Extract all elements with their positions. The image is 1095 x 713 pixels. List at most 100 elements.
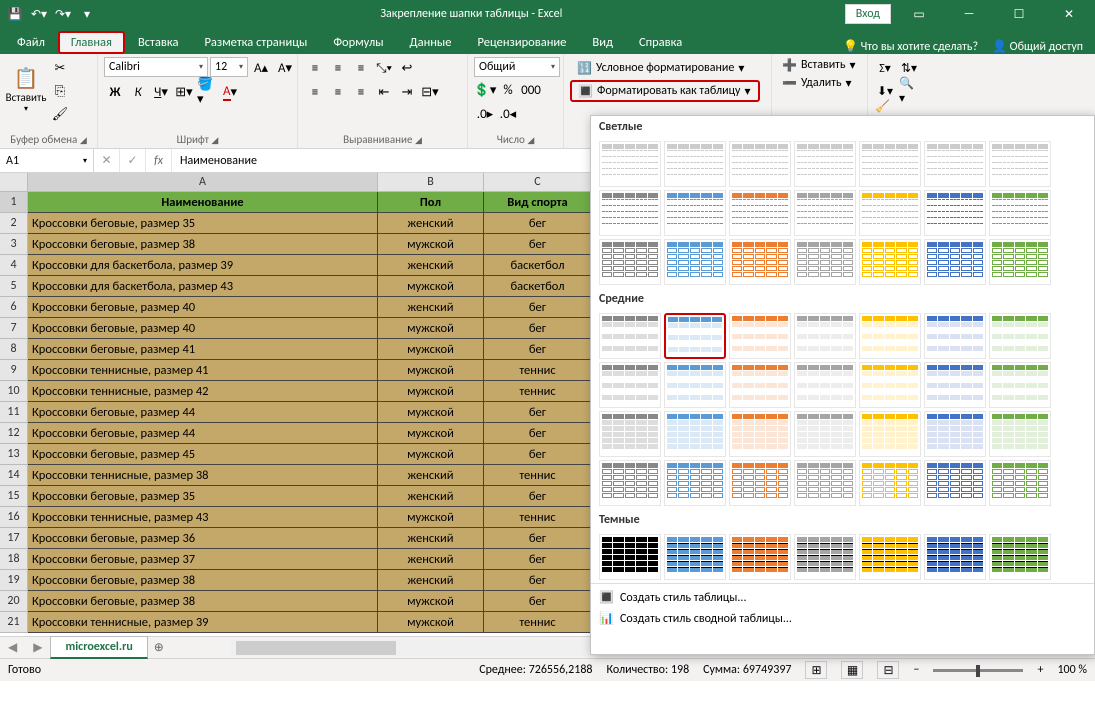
tab-view[interactable]: Вид — [579, 31, 626, 54]
cell[interactable]: женский — [378, 486, 484, 507]
cell[interactable]: Кроссовки теннисные, размер 43 — [28, 507, 378, 528]
table-style-swatch[interactable] — [859, 313, 921, 359]
table-style-swatch[interactable] — [599, 190, 661, 236]
table-style-swatch[interactable] — [729, 534, 791, 580]
cell[interactable]: женский — [378, 297, 484, 318]
tab-home[interactable]: Главная — [58, 31, 125, 54]
cell[interactable]: Кроссовки беговые, размер 38 — [28, 591, 378, 612]
percent-icon[interactable]: % — [497, 79, 519, 101]
table-style-swatch[interactable] — [599, 239, 661, 285]
row-header[interactable]: 20 — [0, 591, 28, 612]
cell[interactable]: женский — [378, 549, 484, 570]
align-center-icon[interactable]: ≡ — [327, 81, 349, 103]
indent-inc-icon[interactable]: ⇥ — [396, 81, 418, 103]
tab-help[interactable]: Справка — [626, 31, 695, 54]
zoom-out-icon[interactable]: − — [913, 663, 919, 677]
cell[interactable]: мужской — [378, 234, 484, 255]
cell[interactable]: бег — [484, 423, 592, 444]
maximize-icon[interactable]: ☐ — [997, 0, 1041, 28]
view-page-break-icon[interactable]: ⊟ — [877, 661, 899, 679]
table-style-swatch[interactable] — [599, 313, 661, 359]
sheet-nav-next-icon[interactable]: ▶ — [25, 640, 50, 655]
col-header-b[interactable]: B — [378, 173, 484, 192]
wrap-text-icon[interactable]: ↩ — [396, 57, 418, 79]
cell[interactable]: мужской — [378, 276, 484, 297]
row-header[interactable]: 21 — [0, 612, 28, 633]
cell[interactable]: бег — [484, 570, 592, 591]
align-right-icon[interactable]: ≡ — [350, 81, 372, 103]
new-table-style[interactable]: 🔳 Создать стиль таблицы... — [599, 590, 1086, 605]
tab-formulas[interactable]: Формулы — [320, 31, 396, 54]
table-style-swatch[interactable] — [924, 411, 986, 457]
cell[interactable]: мужской — [378, 591, 484, 612]
table-style-swatch[interactable] — [924, 313, 986, 359]
zoom-in-icon[interactable]: + — [1037, 663, 1043, 677]
share-button[interactable]: 👤 Общий доступ — [992, 39, 1083, 54]
cell[interactable]: женский — [378, 570, 484, 591]
sheet-nav-prev-icon[interactable]: ◀ — [0, 640, 25, 655]
cell[interactable]: бег — [484, 234, 592, 255]
table-style-swatch[interactable] — [794, 534, 856, 580]
cancel-formula-icon[interactable]: ✕ — [94, 149, 120, 172]
table-style-swatch[interactable] — [664, 141, 726, 187]
cell[interactable]: теннис — [484, 465, 592, 486]
table-style-swatch[interactable] — [794, 313, 856, 359]
find-icon[interactable]: 🔍▾ — [898, 80, 920, 102]
col-header-a[interactable]: A — [28, 173, 378, 192]
table-style-swatch[interactable] — [859, 239, 921, 285]
table-style-swatch[interactable] — [599, 534, 661, 580]
tab-insert[interactable]: Вставка — [125, 31, 192, 54]
cell[interactable]: Кроссовки для баскетбола, размер 43 — [28, 276, 378, 297]
zoom-slider[interactable] — [933, 669, 1023, 672]
number-format-combo[interactable]: Общий▾ — [474, 57, 560, 77]
table-style-swatch[interactable] — [664, 411, 726, 457]
increase-font-icon[interactable]: A▴ — [250, 57, 272, 79]
table-style-swatch[interactable] — [729, 362, 791, 408]
table-style-swatch[interactable] — [599, 460, 661, 506]
table-style-swatch[interactable] — [989, 534, 1051, 580]
cell[interactable]: бег — [484, 402, 592, 423]
row-header[interactable]: 11 — [0, 402, 28, 423]
table-style-swatch[interactable] — [729, 239, 791, 285]
cell[interactable]: мужской — [378, 360, 484, 381]
zoom-value[interactable]: 100 % — [1057, 663, 1087, 677]
table-style-swatch[interactable] — [859, 362, 921, 408]
cell[interactable]: Кроссовки теннисные, размер 42 — [28, 381, 378, 402]
cell[interactable]: Кроссовки беговые, размер 44 — [28, 423, 378, 444]
cell[interactable]: бег — [484, 318, 592, 339]
cell[interactable]: мужской — [378, 444, 484, 465]
font-size-combo[interactable]: 12▾ — [210, 57, 248, 77]
enter-formula-icon[interactable]: ✓ — [120, 149, 146, 172]
col-header-c[interactable]: C — [484, 173, 592, 192]
tab-file[interactable]: Файл — [4, 31, 58, 54]
insert-cells-button[interactable]: ➕Вставить ▾ — [778, 57, 866, 74]
table-style-swatch[interactable] — [664, 313, 726, 359]
qat-customize-icon[interactable]: ▾ — [76, 3, 98, 25]
font-color-icon[interactable]: A▾ — [219, 81, 241, 103]
orientation-icon[interactable]: ⤡▾ — [373, 57, 395, 79]
cell[interactable]: мужской — [378, 612, 484, 633]
table-style-swatch[interactable] — [729, 141, 791, 187]
table-style-swatch[interactable] — [989, 141, 1051, 187]
cell[interactable]: Кроссовки беговые, размер 36 — [28, 528, 378, 549]
cell[interactable]: Кроссовки беговые, размер 35 — [28, 486, 378, 507]
row-header[interactable]: 19 — [0, 570, 28, 591]
table-style-swatch[interactable] — [794, 460, 856, 506]
fx-icon[interactable]: fx — [146, 149, 172, 172]
cut-icon[interactable]: ✂ — [49, 57, 71, 79]
table-style-swatch[interactable] — [924, 362, 986, 408]
row-header[interactable]: 13 — [0, 444, 28, 465]
table-style-swatch[interactable] — [859, 411, 921, 457]
copy-icon[interactable]: ⎘ — [49, 80, 71, 102]
cell[interactable]: бег — [484, 213, 592, 234]
paste-button[interactable]: 📋Вставить▾ — [6, 57, 46, 123]
login-button[interactable]: Вход — [845, 4, 891, 24]
new-pivot-style[interactable]: 📊 Создать стиль сводной таблицы... — [599, 611, 1086, 626]
row-header[interactable]: 10 — [0, 381, 28, 402]
cell[interactable]: Кроссовки беговые, размер 37 — [28, 549, 378, 570]
table-style-swatch[interactable] — [599, 362, 661, 408]
redo-icon[interactable]: ↷▾ — [52, 3, 74, 25]
cell[interactable]: мужской — [378, 339, 484, 360]
table-style-swatch[interactable] — [729, 313, 791, 359]
cell[interactable]: Кроссовки беговые, размер 38 — [28, 234, 378, 255]
